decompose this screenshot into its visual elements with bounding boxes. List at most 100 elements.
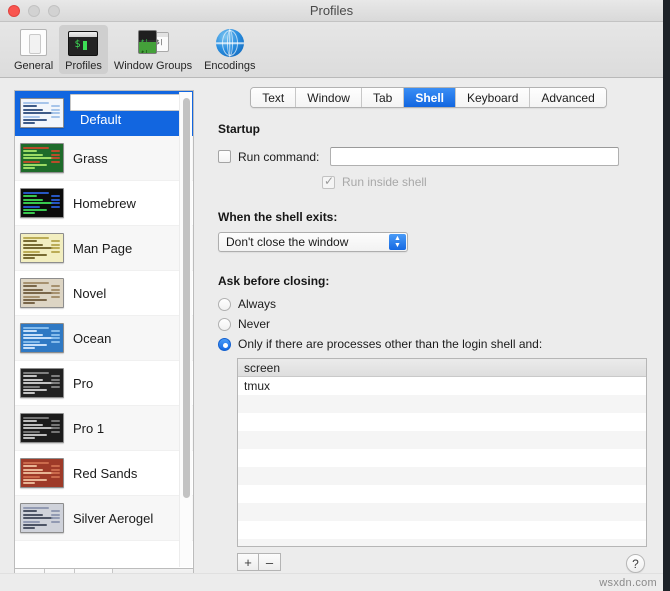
run-inside-shell-label: Run inside shell (342, 175, 427, 189)
profile-name-label: Novel (73, 285, 107, 301)
tab-shell[interactable]: Shell (404, 88, 456, 107)
profile-name-label: Pro (73, 375, 94, 391)
help-button[interactable]: ? (626, 554, 645, 573)
toolbar-label-encodings: Encodings (204, 60, 256, 72)
tab-window[interactable]: Window (296, 88, 362, 107)
toolbar-item-profiles[interactable]: $ Profiles (59, 25, 108, 74)
process-table-row[interactable] (238, 467, 646, 485)
profile-row[interactable]: Man Page (15, 226, 193, 271)
title-bar: Profiles (0, 0, 663, 22)
popup-arrows-icon: ▲ ▼ (389, 234, 406, 250)
window-title: Profiles (309, 3, 354, 18)
process-table-row[interactable] (238, 431, 646, 449)
ask-option-never-label: Never (238, 317, 271, 331)
watermark: wsxdn.com (599, 577, 657, 589)
radio-only-if-processes[interactable] (218, 337, 231, 351)
toolbar-label-general: General (14, 60, 54, 72)
profile-name-label: Silver Aerogel (73, 510, 154, 526)
profile-row[interactable]: Default (15, 91, 193, 136)
profile-name-label: Red Sands (73, 465, 138, 481)
process-table-row[interactable] (238, 521, 646, 539)
shell-exits-heading: When the shell exits: (218, 210, 338, 224)
profile-row[interactable]: Pro (15, 361, 193, 406)
radio-always[interactable] (218, 297, 231, 311)
general-icon (18, 28, 50, 58)
ask-option-always-label: Always (238, 297, 277, 311)
toolbar-item-general[interactable]: General (8, 25, 59, 74)
process-table-row[interactable]: tmux (238, 377, 646, 395)
profile-thumbnail (20, 143, 64, 173)
profile-row[interactable]: Grass (15, 136, 193, 181)
profile-name-input[interactable] (70, 94, 183, 111)
preferences-window: Profiles General $ Profiles $| $|$| Wind… (0, 0, 663, 591)
profile-thumbnail (20, 323, 64, 353)
process-table-row[interactable] (238, 503, 646, 521)
ask-before-closing-heading: Ask before closing: (218, 274, 330, 288)
ask-option-only-if-processes[interactable]: Only if there are processes other than t… (218, 337, 647, 351)
process-table-row[interactable] (238, 485, 646, 503)
ask-option-only-if-processes-label: Only if there are processes other than t… (238, 337, 543, 351)
profile-thumbnail (20, 278, 64, 308)
profile-thumbnail (20, 233, 64, 263)
encodings-globe-icon (214, 28, 246, 58)
settings-pane: Text Window Tab Shell Keyboard Advanced Start… (208, 87, 649, 591)
shell-exits-value: Don't close the window (226, 235, 349, 249)
profile-name-label: Default (80, 112, 122, 127)
toolbar-label-profiles: Profiles (65, 60, 102, 72)
toolbar-label-window-groups: Window Groups (113, 60, 193, 72)
process-table-controls: + – (237, 553, 647, 571)
profile-row[interactable]: Silver Aerogel (15, 496, 193, 541)
process-table-header: screen (238, 359, 646, 377)
profile-thumbnail (20, 98, 64, 128)
shell-exits-popup-button[interactable]: Don't close the window ▲ ▼ (218, 232, 408, 252)
profile-thumbnail (20, 188, 64, 218)
profile-thumbnail (20, 413, 64, 443)
toolbar-item-encodings[interactable]: Encodings (198, 25, 261, 74)
profiles-icon: $ (67, 28, 99, 58)
process-list-table[interactable]: screen tmux (237, 358, 647, 547)
radio-never[interactable] (218, 317, 231, 331)
tab-tab[interactable]: Tab (361, 88, 405, 107)
process-table-row[interactable] (238, 449, 646, 467)
profile-name-label: Pro 1 (73, 420, 105, 436)
tab-advanced[interactable]: Advanced (530, 88, 606, 107)
run-command-checkbox[interactable] (218, 150, 231, 163)
profiles-sidebar: Default Grass Homebrew Man Page Novel Ocean Pr… (14, 90, 194, 591)
process-table-row[interactable] (238, 539, 646, 546)
toolbar-item-window-groups[interactable]: $| $|$| Window Groups (108, 25, 198, 74)
profile-thumbnail (20, 503, 64, 533)
preferences-toolbar: General $ Profiles $| $|$| Window Groups… (0, 22, 663, 78)
profile-thumbnail (20, 458, 64, 488)
tab-keyboard[interactable]: Keyboard (456, 88, 531, 107)
run-command-row: Run command: (218, 147, 647, 166)
ask-option-never[interactable]: Never (218, 317, 647, 331)
profile-row[interactable]: Novel (15, 271, 193, 316)
profile-name-label: Man Page (73, 240, 133, 256)
profile-name-label: Homebrew (73, 195, 136, 211)
startup-heading: Startup (218, 122, 260, 136)
tab-text[interactable]: Text (251, 88, 297, 107)
run-command-label: Run command: (238, 149, 320, 164)
profile-row[interactable]: Pro 1 (15, 406, 193, 451)
profile-name-label: Grass (73, 150, 108, 166)
preferences-body: Default Grass Homebrew Man Page Novel Ocean Pr… (0, 78, 663, 591)
profiles-list[interactable]: Default Grass Homebrew Man Page Novel Ocean Pr… (14, 90, 194, 568)
profile-name-label: Ocean (73, 330, 112, 346)
ask-option-always[interactable]: Always (218, 297, 647, 311)
run-inside-shell-checkbox (322, 174, 335, 189)
process-table-row[interactable] (238, 413, 646, 431)
window-bottom-strip (0, 573, 663, 591)
tab-bar: Text Window Tab Shell Keyboard Advanced (208, 87, 649, 108)
process-table-row[interactable] (238, 395, 646, 413)
add-process-button[interactable]: + (237, 553, 259, 571)
profile-row[interactable]: Homebrew (15, 181, 193, 226)
profile-row[interactable]: Red Sands (15, 451, 193, 496)
profile-row[interactable]: Ocean (15, 316, 193, 361)
window-groups-icon: $| $|$| (137, 28, 169, 58)
profile-thumbnail (20, 368, 64, 398)
profiles-scrollbar-track[interactable] (179, 92, 192, 567)
desktop-edge (663, 0, 670, 591)
remove-process-button[interactable]: – (259, 553, 281, 571)
profiles-scrollbar-thumb[interactable] (183, 98, 190, 498)
run-command-input[interactable] (330, 147, 620, 166)
